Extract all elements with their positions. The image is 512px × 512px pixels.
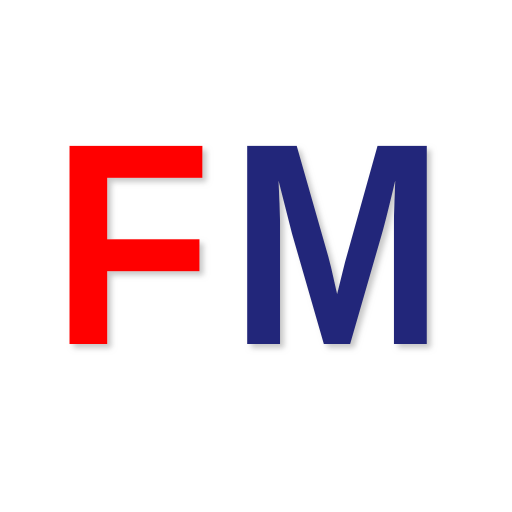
fm-logo: F M	[52, 84, 444, 406]
app-icon-canvas: F M	[0, 0, 512, 512]
logo-letter-f: F	[52, 84, 212, 406]
logo-letter-m: M	[230, 84, 444, 406]
